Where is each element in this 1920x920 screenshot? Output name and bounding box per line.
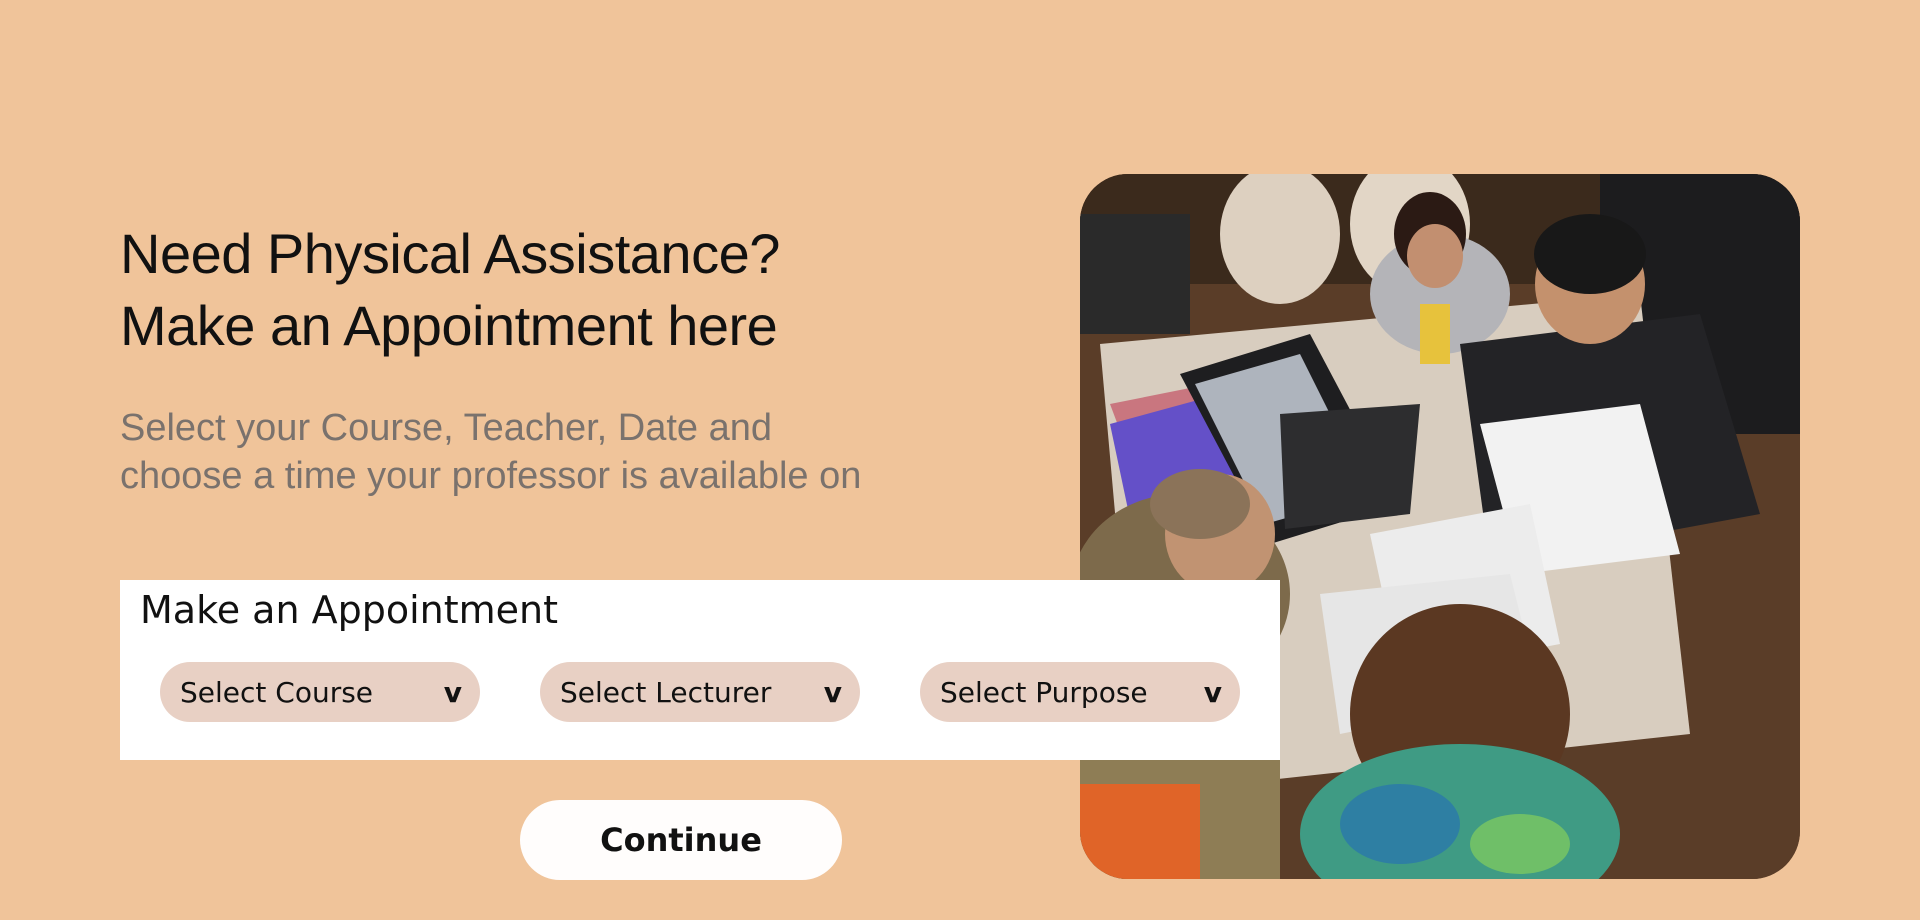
appointment-form-title: Make an Appointment [140,588,559,632]
select-lecturer-label: Select Lecturer [560,675,772,709]
appointment-form-card: Make an Appointment Select Course v Sele… [120,580,1280,760]
headline-line-1: Need Physical Assistance? [120,222,780,285]
students-photo-illustration [1080,174,1800,879]
subtext-line-1: Select your Course, Teacher, Date and [120,407,773,449]
select-lecturer-dropdown[interactable]: Select Lecturer v [540,662,860,722]
chevron-down-icon: v [823,675,842,709]
select-course-dropdown[interactable]: Select Course v [160,662,480,722]
select-purpose-dropdown[interactable]: Select Purpose v [920,662,1240,722]
headline-line-2: Make an Appointment here [120,294,778,357]
select-course-label: Select Course [180,675,374,709]
page-headline: Need Physical Assistance? Make an Appoin… [120,218,780,362]
chevron-down-icon: v [443,675,462,709]
page-subtext: Select your Course, Teacher, Date and ch… [120,404,861,500]
students-photo [1080,174,1800,879]
subtext-line-2: choose a time your professor is availabl… [120,455,862,497]
chevron-down-icon: v [1203,675,1222,709]
continue-button[interactable]: Continue [520,800,842,880]
select-purpose-label: Select Purpose [940,675,1148,709]
